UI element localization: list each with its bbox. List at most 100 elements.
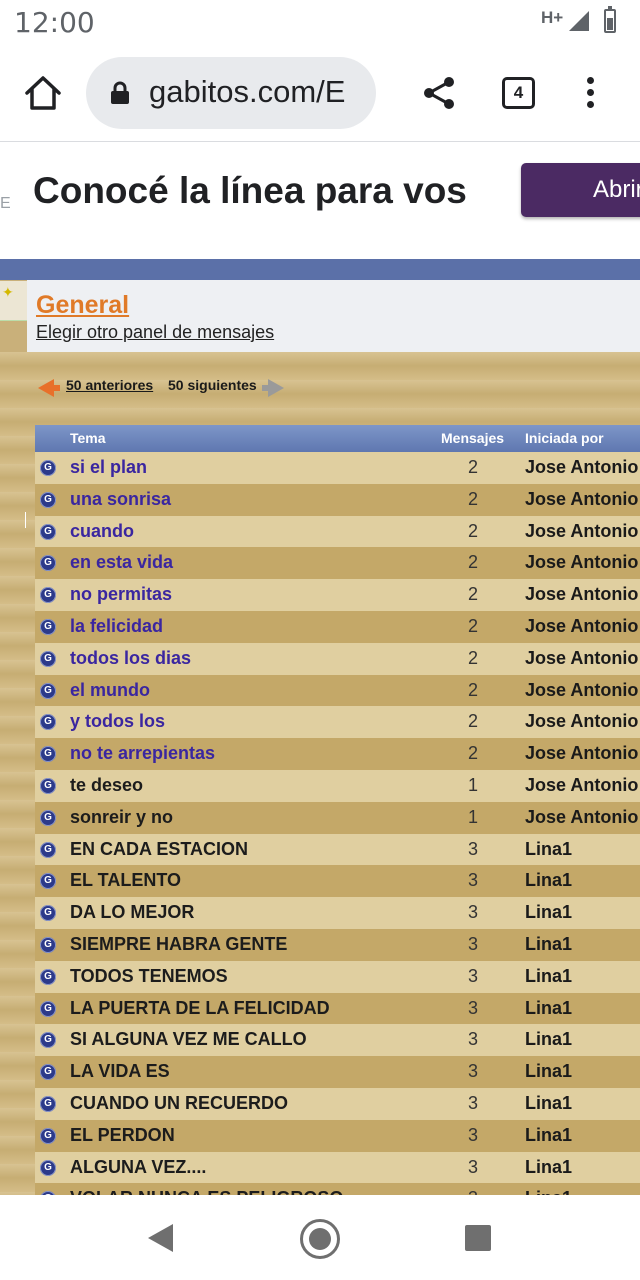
lock-icon (110, 81, 130, 105)
arrow-left-icon[interactable] (38, 379, 60, 397)
topic-title[interactable]: cuando (70, 521, 134, 542)
topic-icon: G (40, 1064, 56, 1081)
topic-title[interactable]: sonreir y no (70, 807, 173, 828)
url-bar[interactable]: gabitos.com/E (86, 57, 376, 129)
topic-author[interactable]: Lina1 (525, 1029, 572, 1050)
topic-author[interactable]: Jose Antonio (525, 711, 638, 732)
topic-icon: G (40, 650, 56, 667)
share-icon[interactable] (420, 74, 458, 112)
topic-title[interactable]: si el plan (70, 457, 147, 478)
message-count: 2 (467, 457, 478, 477)
topic-author[interactable]: Lina1 (525, 934, 572, 955)
topic-icon: G (40, 1095, 56, 1112)
next-page-link[interactable]: 50 siguientes (168, 377, 257, 393)
overflow-menu-icon[interactable] (578, 74, 602, 114)
topic-author[interactable]: Lina1 (525, 1125, 572, 1146)
topic-title[interactable]: y todos los (70, 711, 165, 732)
topic-title[interactable]: EL PERDON (70, 1125, 175, 1146)
topic-author[interactable]: Jose Antonio (525, 521, 638, 542)
left-edge-mark (25, 512, 26, 528)
message-count: 2 (467, 520, 478, 541)
table-row: G LA VIDA ES 3 Lina1 (35, 1056, 640, 1088)
topic-author[interactable]: Jose Antonio (525, 680, 638, 701)
message-count: 3 (440, 1188, 506, 1195)
topic-author[interactable]: Jose Antonio (525, 775, 638, 796)
ad-mark: E (0, 195, 11, 212)
topic-author[interactable]: Lina1 (525, 1061, 572, 1082)
table-row: Gte deseo 1 Jose Antonio (35, 769, 640, 802)
topic-title[interactable]: LA VIDA ES (70, 1061, 170, 1082)
url-text: gabitos.com/E (149, 74, 346, 109)
tabs-button[interactable]: 4 (502, 77, 535, 109)
topic-title[interactable]: LA PUERTA DE LA FELICIDAD (70, 998, 330, 1019)
home-circle-icon[interactable] (300, 1219, 340, 1259)
table-row: Gno permitas 2 Jose Antonio (35, 579, 640, 611)
topic-title[interactable]: en esta vida (70, 552, 173, 573)
prev-page-link[interactable]: 50 anteriores (66, 377, 153, 393)
topic-title[interactable]: SIEMPRE HABRA GENTE (70, 934, 287, 955)
table-row: Gy todos los 2 Jose Antonio (35, 706, 640, 739)
topic-title[interactable]: la felicidad (70, 616, 163, 637)
topic-icon: G (40, 587, 56, 604)
topic-title[interactable]: SI ALGUNA VEZ ME CALLO (70, 1029, 307, 1050)
topic-author[interactable]: Jose Antonio (525, 648, 638, 669)
topic-title[interactable]: DA LO MEJOR (70, 902, 194, 923)
table-row: G EN CADA ESTACION 3 Lina1 (35, 833, 640, 866)
topic-title[interactable]: todos los dias (70, 648, 191, 669)
topic-author[interactable]: Lina1 (525, 870, 572, 891)
topic-author[interactable]: Jose Antonio (525, 584, 638, 605)
table-row: G LA PUERTA DE LA FELICIDAD 3 Lina1 (35, 992, 640, 1025)
home-icon[interactable] (22, 72, 64, 114)
topic-icon: G (40, 968, 56, 985)
message-count: 3 (467, 933, 478, 954)
change-panel-link[interactable]: Elegir otro panel de mensajes (36, 322, 274, 343)
topic-title[interactable]: no permitas (70, 584, 172, 605)
topic-author[interactable]: Lina1 (525, 902, 572, 923)
topic-author[interactable]: Jose Antonio (525, 552, 638, 573)
status-bar: 12:00 H+ (0, 0, 640, 44)
topic-title[interactable]: EN CADA ESTACION (70, 839, 248, 860)
table-row: Gno te arrepientas 2 Jose Antonio (35, 738, 640, 770)
topic-title[interactable]: te deseo (70, 775, 143, 796)
ad-open-button[interactable]: Abrir (521, 163, 640, 217)
topic-author[interactable]: Jose Antonio (525, 743, 638, 764)
message-count: 3 (467, 1156, 478, 1177)
topic-author[interactable]: Lina1 (525, 1093, 572, 1114)
topic-title[interactable]: ALGUNA VEZ.... (70, 1157, 206, 1178)
decoration: ✦ (0, 281, 27, 321)
arrow-right-icon[interactable] (262, 379, 284, 397)
message-count: 2 (467, 552, 478, 573)
topic-icon: G (40, 905, 56, 922)
topic-title[interactable]: VOLAR NUNCA ES PELIGROSO (70, 1188, 343, 1195)
topic-title[interactable]: no te arrepientas (70, 743, 215, 764)
table-row: G EL PERDON 3 Lina1 (35, 1119, 640, 1152)
battery-icon (604, 6, 616, 33)
message-count: 3 (467, 870, 478, 891)
topic-author[interactable]: Jose Antonio (525, 457, 638, 478)
back-icon[interactable] (148, 1224, 173, 1252)
topic-title[interactable]: TODOS TENEMOS (70, 966, 228, 987)
topic-icon: G (40, 809, 56, 826)
recent-apps-icon[interactable] (465, 1225, 491, 1251)
topic-title[interactable]: CUANDO UN RECUERDO (70, 1093, 288, 1114)
ad-headline: Conocé la línea para vos (33, 170, 467, 211)
topic-author[interactable]: Jose Antonio (525, 616, 638, 637)
topic-title[interactable]: el mundo (70, 680, 150, 701)
message-count: 2 (467, 647, 478, 668)
topic-author[interactable]: Jose Antonio (525, 807, 638, 828)
topic-title[interactable]: EL TALENTO (70, 870, 181, 891)
topic-author[interactable]: Lina1 (525, 966, 572, 987)
topic-author[interactable]: Lina1 (525, 839, 572, 860)
ad-banner[interactable]: E Conocé la línea para vos Abrir (0, 143, 640, 259)
topic-author[interactable]: Lina1 (525, 998, 572, 1019)
status-time: 12:00 (14, 6, 95, 39)
topic-icon: G (40, 1032, 56, 1049)
topic-author[interactable]: Lina1 (525, 1157, 572, 1178)
table-header: Tema Mensajes Iniciada por (35, 425, 640, 452)
topic-author[interactable]: Lina1 (525, 1188, 572, 1195)
panel-title[interactable]: General (36, 291, 129, 320)
table-row: G ALGUNA VEZ.... 3 Lina1 (35, 1151, 640, 1184)
topic-author[interactable]: Jose Antonio (525, 489, 638, 510)
topic-title[interactable]: una sonrisa (70, 489, 171, 510)
header-started-by: Iniciada por (525, 430, 604, 446)
